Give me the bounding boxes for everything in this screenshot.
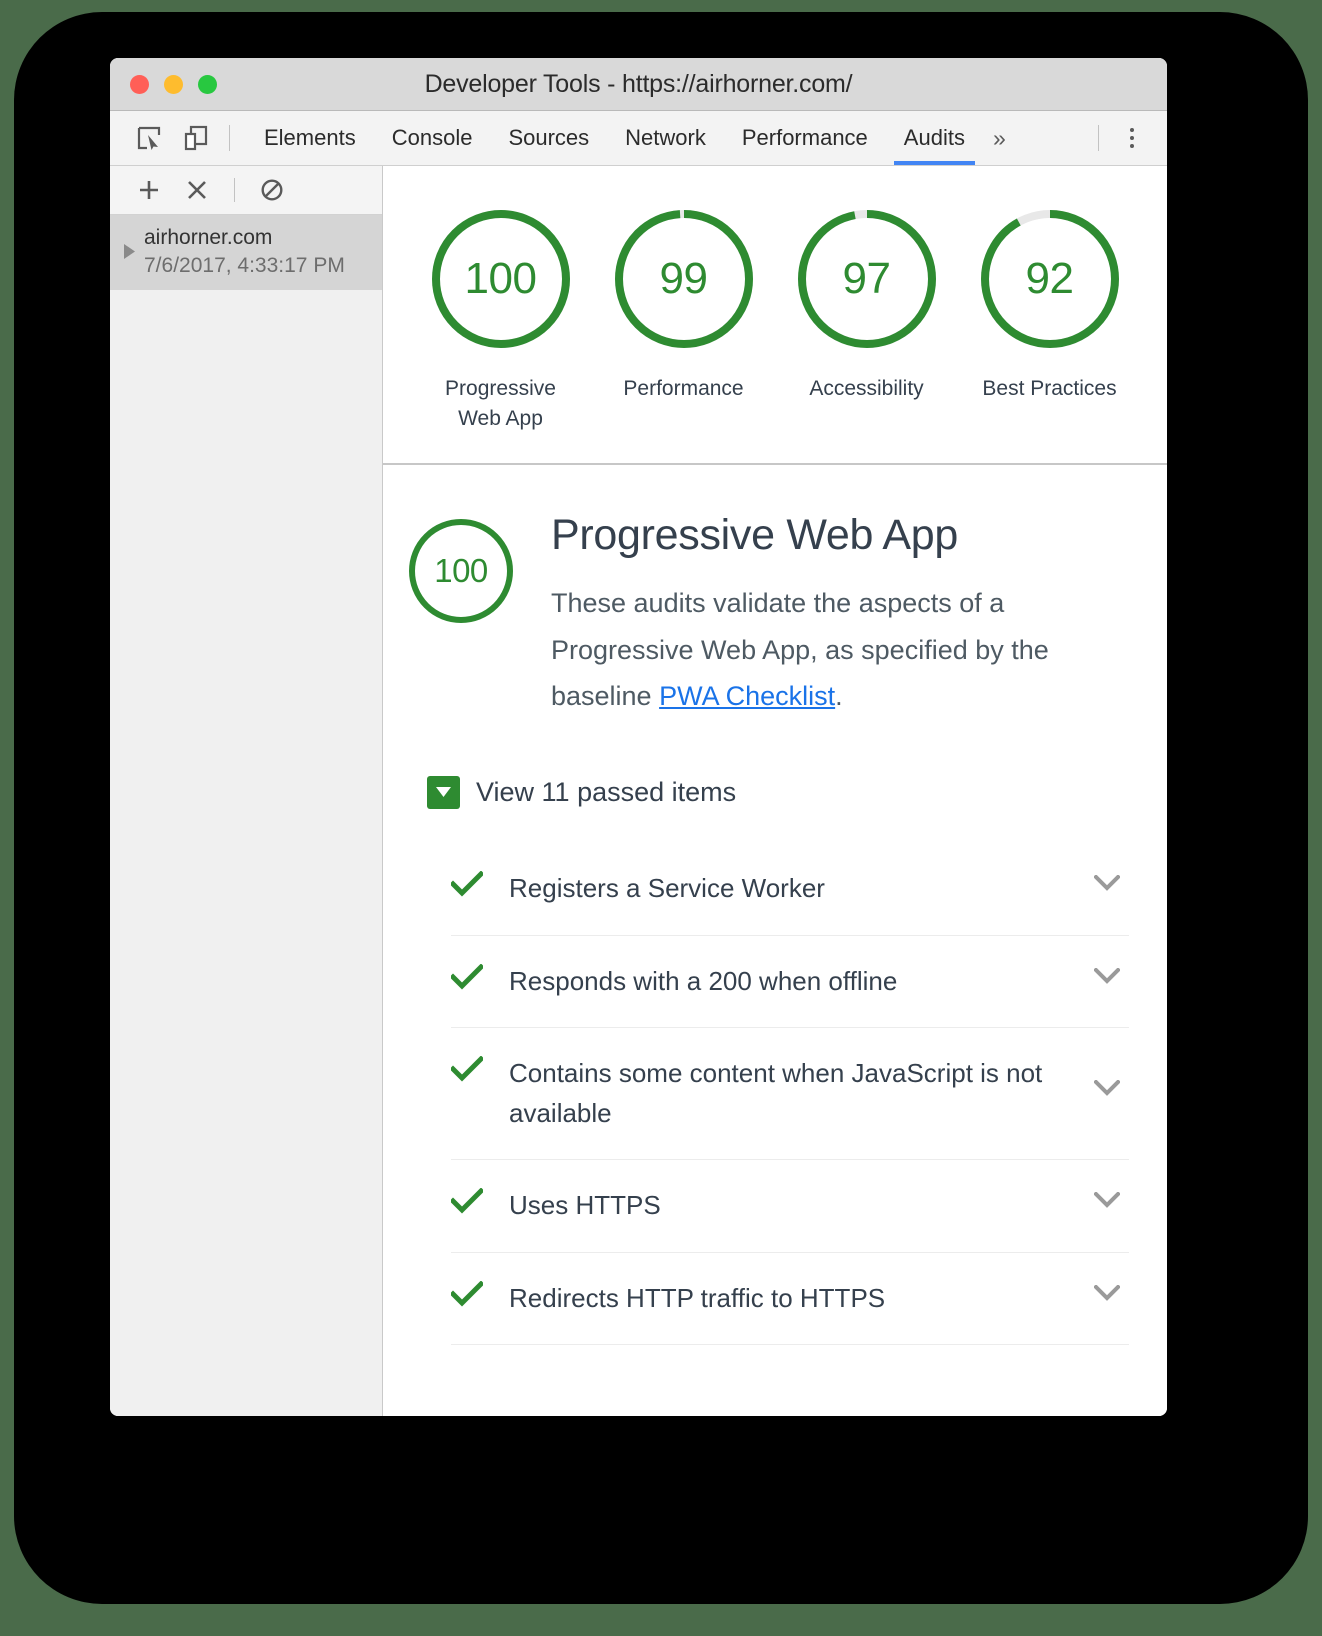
more-tabs-icon[interactable]: » — [983, 111, 1016, 165]
tab-console[interactable]: Console — [374, 111, 491, 165]
category-description: These audits validate the aspects of a P… — [551, 580, 1129, 720]
gauge-performance[interactable]: 99 Performance — [592, 204, 775, 435]
maximize-button[interactable] — [198, 74, 217, 94]
gauge-accessibility[interactable]: 97 Accessibility — [775, 204, 958, 435]
pwa-checklist-link[interactable]: PWA Checklist — [659, 681, 835, 711]
gauge-label: Progressive Web App — [445, 377, 556, 431]
audits-report-panel: 100 Progressive Web App 99 Performance 9… — [383, 166, 1167, 1416]
tab-performance[interactable]: Performance — [724, 111, 886, 165]
toolbar-divider — [229, 125, 230, 151]
checkmark-icon — [451, 1279, 509, 1307]
audit-item-title: Contains some content when JavaScript is… — [509, 1058, 1043, 1128]
gauge-progressive-web-app[interactable]: 100 Progressive Web App — [409, 204, 592, 435]
audit-item[interactable]: Contains some content when JavaScript is… — [451, 1028, 1129, 1161]
audit-run-timestamp: 7/6/2017, 4:33:17 PM — [144, 253, 345, 277]
audit-run-host: airhorner.com — [144, 226, 273, 249]
checkmark-icon — [451, 1054, 509, 1082]
gauge-ring: 100 — [426, 204, 576, 354]
minimize-button[interactable] — [164, 74, 183, 94]
chevron-down-icon[interactable] — [1085, 1186, 1129, 1208]
audit-item-title: Redirects HTTP traffic to HTTPS — [509, 1282, 886, 1313]
checkmark-icon — [451, 869, 509, 897]
chevron-down-icon[interactable] — [1085, 1279, 1129, 1301]
gauge-ring: 92 — [975, 204, 1125, 354]
tabbar-right-group — [1082, 121, 1167, 155]
chevron-down-icon[interactable] — [1085, 962, 1129, 984]
devtools-tool-icons — [110, 121, 213, 155]
window-controls[interactable] — [130, 58, 217, 110]
tab-elements[interactable]: Elements — [246, 111, 374, 165]
gauge-value: 97 — [842, 254, 891, 303]
passed-audits-list: Registers a Service Worker Responds with… — [451, 843, 1129, 1346]
audits-run-list: airhorner.com 7/6/2017, 4:33:17 PM — [110, 215, 382, 1416]
audit-item[interactable]: Uses HTTPS — [451, 1160, 1129, 1253]
category-details: 100 Progressive Web App These audits val… — [383, 465, 1167, 1416]
triangle-down-icon[interactable] — [427, 775, 460, 809]
audit-item[interactable]: Registers a Service Worker — [451, 843, 1129, 936]
score-gauges: 100 Progressive Web App 99 Performance 9… — [383, 166, 1167, 465]
tab-sources[interactable]: Sources — [490, 111, 607, 165]
add-audit-button[interactable] — [130, 171, 168, 209]
category-description-suffix: . — [835, 681, 843, 712]
audit-item[interactable]: Redirects HTTP traffic to HTTPS — [451, 1253, 1129, 1346]
audit-item-title: Responds with a 200 when offline — [509, 965, 898, 996]
audit-run-item[interactable]: airhorner.com 7/6/2017, 4:33:17 PM — [110, 215, 382, 291]
inspect-element-icon[interactable] — [132, 121, 166, 155]
audits-sidebar: airhorner.com 7/6/2017, 4:33:17 PM — [110, 166, 383, 1416]
gauge-value: 92 — [1025, 254, 1074, 303]
category-title: Progressive Web App — [551, 510, 958, 559]
view-passed-items-toggle[interactable]: View 11 passed items — [427, 775, 1129, 809]
audit-item[interactable]: Responds with a 200 when offline — [451, 936, 1129, 1029]
gauge-ring: 97 — [792, 204, 942, 354]
panel-tabs: Elements Console Sources Network Perform… — [246, 111, 1016, 165]
gauge-label: Best Practices — [982, 377, 1117, 400]
gauge-label: Performance — [623, 377, 744, 400]
sidebar-toolbar-divider — [234, 178, 235, 202]
chevron-down-icon[interactable] — [1085, 1054, 1129, 1096]
view-passed-items-label: View 11 passed items — [476, 776, 737, 807]
collapsed-triangle-icon[interactable] — [118, 243, 140, 260]
delete-audit-button[interactable] — [178, 171, 216, 209]
tabbar-right-divider — [1098, 125, 1099, 151]
checkmark-icon — [451, 962, 509, 990]
checkmark-icon — [451, 1186, 509, 1214]
gauge-ring: 99 — [609, 204, 759, 354]
gauge-label: Accessibility — [809, 377, 924, 400]
devtools-window: Developer Tools - https://airhorner.com/… — [110, 58, 1167, 1416]
chevron-down-icon[interactable] — [1085, 869, 1129, 891]
clear-all-button[interactable] — [253, 171, 291, 209]
audit-item-title: Registers a Service Worker — [509, 872, 825, 903]
category-header: 100 Progressive Web App These audits val… — [405, 511, 1129, 720]
close-button[interactable] — [130, 74, 149, 94]
window-title: Developer Tools - https://airhorner.com/ — [424, 69, 853, 98]
devtools-tabbar: Elements Console Sources Network Perform… — [110, 111, 1167, 166]
device-toolbar-icon[interactable] — [179, 121, 213, 155]
gauge-value: 99 — [659, 254, 708, 303]
gauge-value: 100 — [464, 254, 537, 303]
category-score-value: 100 — [434, 551, 488, 589]
audits-sidebar-toolbar — [110, 166, 382, 215]
kebab-menu-icon[interactable] — [1115, 121, 1149, 155]
tab-network[interactable]: Network — [607, 111, 724, 165]
gauge-best-practices[interactable]: 92 Best Practices — [958, 204, 1141, 435]
window-titlebar: Developer Tools - https://airhorner.com/ — [110, 58, 1167, 111]
tab-audits[interactable]: Audits — [886, 111, 983, 165]
devtools-body: airhorner.com 7/6/2017, 4:33:17 PM 100 P… — [110, 166, 1167, 1416]
audit-item-title: Uses HTTPS — [509, 1190, 661, 1221]
category-score-gauge: 100 — [405, 515, 517, 627]
